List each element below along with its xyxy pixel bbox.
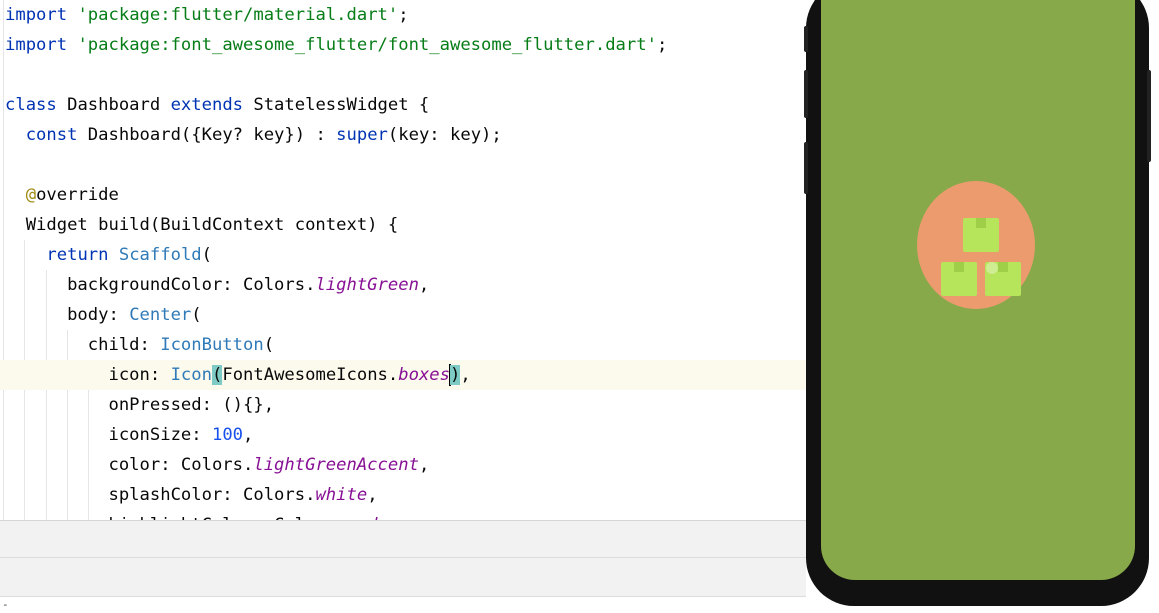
code-line[interactable]: splashColor: Colors.white,: [0, 480, 378, 510]
code-token: super: [336, 125, 388, 145]
code-token: override: [36, 185, 119, 205]
code-token: lightGreenAccent: [253, 455, 419, 475]
code-token: (: [191, 305, 202, 325]
phone-frame: [804, 0, 1151, 606]
code-line[interactable]: color: Colors.lightGreenAccent,: [0, 450, 429, 480]
code-token: const: [25, 125, 78, 145]
code-token: @: [25, 185, 37, 205]
code-token: ,: [418, 275, 430, 295]
boxes-icon[interactable]: [939, 210, 1025, 302]
code-token: Center: [129, 305, 192, 325]
code-token: body:: [5, 305, 130, 325]
code-token: 'package:flutter/material.dart': [77, 5, 399, 25]
code-editor[interactable]: import 'package:flutter/material.dart'; i…: [0, 0, 806, 520]
code-token: ,: [460, 365, 471, 385]
code-token: import: [5, 5, 68, 25]
code-token: child:: [5, 335, 161, 355]
code-token: return: [46, 245, 109, 265]
code-line[interactable]: [0, 60, 5, 90]
code-token: ,: [243, 425, 254, 445]
code-line[interactable]: highlightColor: Colors.red,: [0, 510, 387, 520]
code-token: FontAwesomeIcons.: [222, 365, 399, 385]
status-bar: [0, 597, 806, 613]
code-line[interactable]: child: IconButton(: [0, 330, 274, 360]
code-line[interactable]: body: Center(: [0, 300, 202, 330]
code-line[interactable]: import 'package:font_awesome_flutter/fon…: [0, 30, 667, 60]
code-token: (: [263, 335, 275, 355]
code-token: Widget build(BuildContext context) {: [5, 215, 399, 235]
code-token: Scaffold: [118, 245, 202, 265]
code-token: ,: [367, 485, 378, 505]
code-line[interactable]: iconSize: 100,: [0, 420, 253, 450]
status-text: -: [2, 598, 9, 611]
code-token: (: [201, 245, 213, 265]
code-token: Icon: [170, 365, 212, 385]
code-token: lightGreen: [315, 275, 419, 295]
code-token: ;: [656, 35, 668, 55]
power-side-button[interactable]: [804, 142, 808, 194]
code-line[interactable]: backgroundColor: Colors.lightGreen,: [0, 270, 429, 300]
code-token: ,: [418, 455, 430, 475]
code-token: backgroundColor: Colors.: [5, 275, 316, 295]
code-token: (: [211, 365, 223, 385]
code-token: boxes: [398, 365, 451, 385]
volume-down-button[interactable]: [804, 70, 808, 118]
phone-screen[interactable]: [821, 0, 1135, 580]
code-token: color: Colors.: [5, 455, 254, 475]
code-token: ): [450, 365, 461, 385]
code-token: import: [5, 35, 68, 55]
right-side-button[interactable]: [1147, 70, 1151, 162]
code-token: icon:: [5, 365, 171, 385]
code-line[interactable]: [0, 150, 5, 180]
code-line[interactable]: const Dashboard({Key? key}) : super(key:…: [0, 120, 502, 150]
code-line[interactable]: Widget build(BuildContext context) {: [0, 210, 399, 240]
code-line[interactable]: class Dashboard extends StatelessWidget …: [0, 90, 429, 120]
code-token: 100: [211, 425, 244, 445]
code-token: splashColor: Colors.: [5, 485, 316, 505]
code-token: (key: key);: [387, 125, 502, 145]
pane-divider: [0, 557, 806, 558]
code-token: IconButton: [160, 335, 264, 355]
code-line[interactable]: import 'package:flutter/material.dart';: [0, 0, 409, 30]
code-token: iconSize:: [5, 425, 212, 445]
volume-up-button[interactable]: [804, 26, 808, 52]
bottom-tool-pane[interactable]: -: [0, 520, 806, 613]
code-token: Dashboard({Key? key}) :: [77, 125, 337, 145]
code-token: onPressed: (){},: [5, 395, 275, 415]
emulator-panel: [804, 0, 1159, 612]
code-token: white: [315, 485, 368, 505]
code-line[interactable]: @override: [0, 180, 119, 210]
code-token: Dashboard: [56, 95, 171, 115]
code-line[interactable]: return Scaffold(: [0, 240, 212, 270]
code-token: extends: [170, 95, 244, 115]
code-token: 'package:font_awesome_flutter/font_aweso…: [77, 35, 657, 55]
code-token: StatelessWidget {: [243, 95, 430, 115]
code-line[interactable]: onPressed: (){},: [0, 390, 274, 420]
code-token: ;: [398, 5, 409, 25]
code-token: class: [5, 95, 57, 115]
code-line-current[interactable]: icon: Icon(FontAwesomeIcons.boxes),: [0, 360, 806, 390]
